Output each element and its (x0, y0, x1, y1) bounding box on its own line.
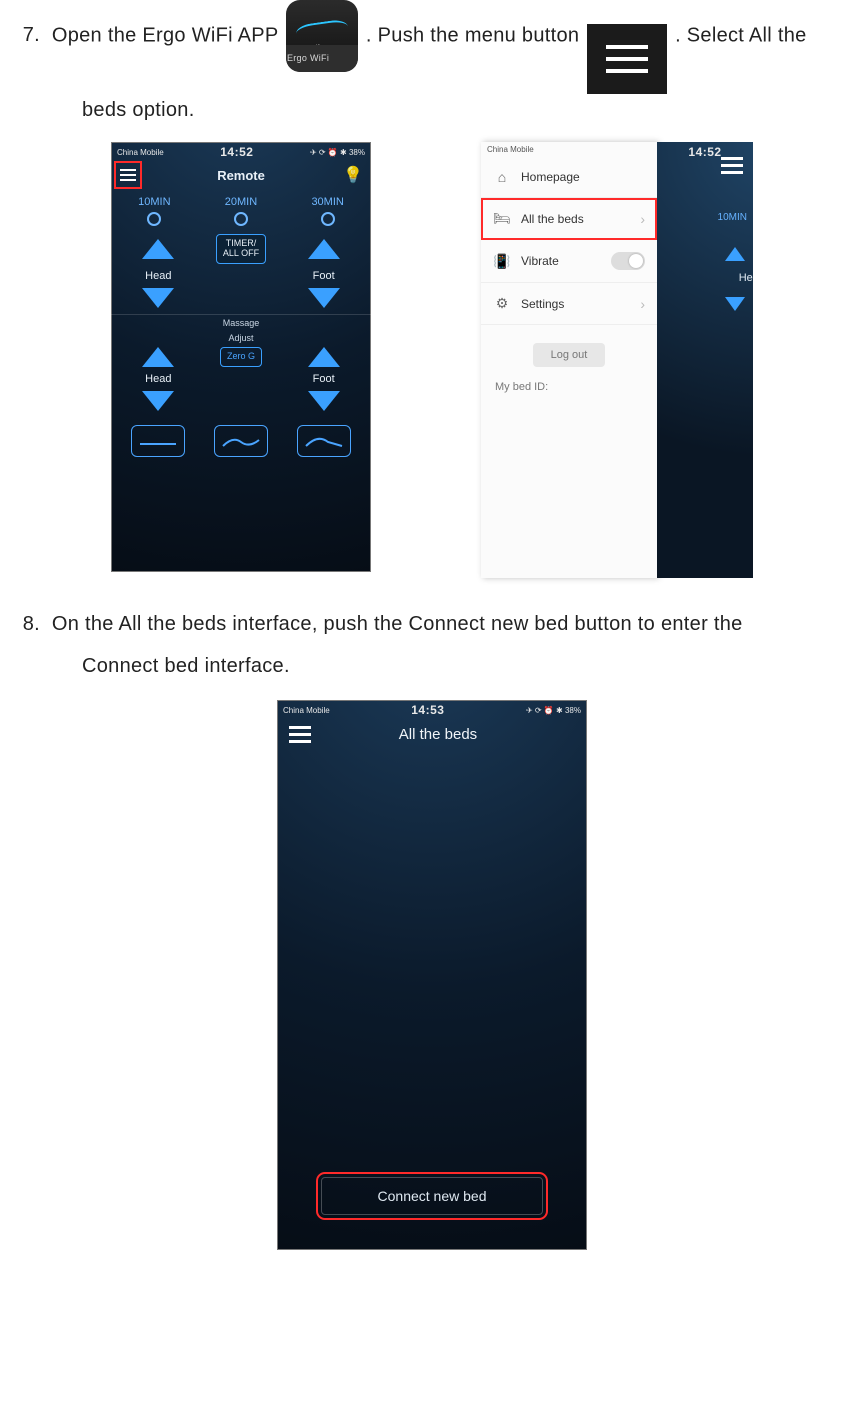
menu-button[interactable] (289, 733, 311, 736)
adjust-head-down[interactable] (142, 391, 174, 411)
adjust-head-up[interactable] (142, 347, 174, 367)
screenshot-all-the-beds: China Mobile 14:53 ✈ ⟳ ⏰ ✱ 38% All the b… (277, 700, 587, 1250)
preset-incline[interactable] (297, 425, 351, 457)
zero-g-button[interactable]: Zero G (220, 347, 262, 367)
massage-head-up[interactable] (142, 239, 174, 259)
step-8-text: 8. On the All the beds interface, push t… (10, 598, 854, 692)
status-bar: China Mobile 14:52 ✈ ⟳ ⏰ ✱ 38% (111, 142, 371, 162)
preset-wave[interactable] (214, 425, 268, 457)
timer-20min[interactable]: 20MIN (225, 196, 257, 226)
timer-all-off-button[interactable]: TIMER/ ALL OFF (216, 234, 266, 264)
page-title: All the beds (301, 726, 575, 743)
adjust-foot-up[interactable] (308, 347, 340, 367)
light-icon[interactable]: 💡 (343, 165, 363, 185)
menu-vibrate[interactable]: 📳 Vibrate (481, 240, 657, 283)
hamburger-menu-icon (587, 24, 667, 94)
screenshot-remote: China Mobile 14:52 ✈ ⟳ ⏰ ✱ 38% Remote 💡 … (111, 142, 371, 572)
vibrate-icon: 📳 (493, 253, 511, 270)
ergo-wifi-app-icon: ergomotion Ergo WiFi (286, 0, 358, 72)
massage-foot-down[interactable] (308, 288, 340, 308)
massage-head-down[interactable] (142, 288, 174, 308)
screenshot-menu: China Mobile ⌂ Homepage 🛏 All the beds ›… (481, 142, 753, 578)
gear-icon: ⚙ (493, 295, 511, 312)
bed-icon: 🛏 (493, 210, 511, 227)
menu-button[interactable] (721, 164, 743, 167)
adjust-foot-down[interactable] (308, 391, 340, 411)
menu-homepage[interactable]: ⌂ Homepage (481, 157, 657, 198)
page-title: Remote (217, 168, 265, 183)
logout-button[interactable]: Log out (533, 343, 606, 367)
home-icon: ⌂ (493, 169, 511, 185)
timer-10min[interactable]: 10MIN (138, 196, 170, 226)
chevron-right-icon: › (640, 211, 645, 227)
vibrate-toggle[interactable] (611, 252, 645, 270)
menu-all-the-beds[interactable]: 🛏 All the beds › (481, 198, 657, 240)
timer-30min[interactable]: 30MIN (311, 196, 343, 226)
chevron-right-icon: › (640, 296, 645, 312)
step-7-text: 7. Open the Ergo WiFi APP ergomotion Erg… (10, 0, 854, 136)
menu-settings[interactable]: ⚙ Settings › (481, 283, 657, 325)
menu-button[interactable] (117, 164, 139, 186)
status-bar: China Mobile 14:53 ✈ ⟳ ⏰ ✱ 38% (277, 700, 587, 720)
connect-new-bed-button[interactable]: Connect new bed (321, 1177, 543, 1215)
massage-foot-up[interactable] (308, 239, 340, 259)
my-bed-id-label: My bed ID: (481, 375, 657, 399)
preset-flat[interactable] (131, 425, 185, 457)
